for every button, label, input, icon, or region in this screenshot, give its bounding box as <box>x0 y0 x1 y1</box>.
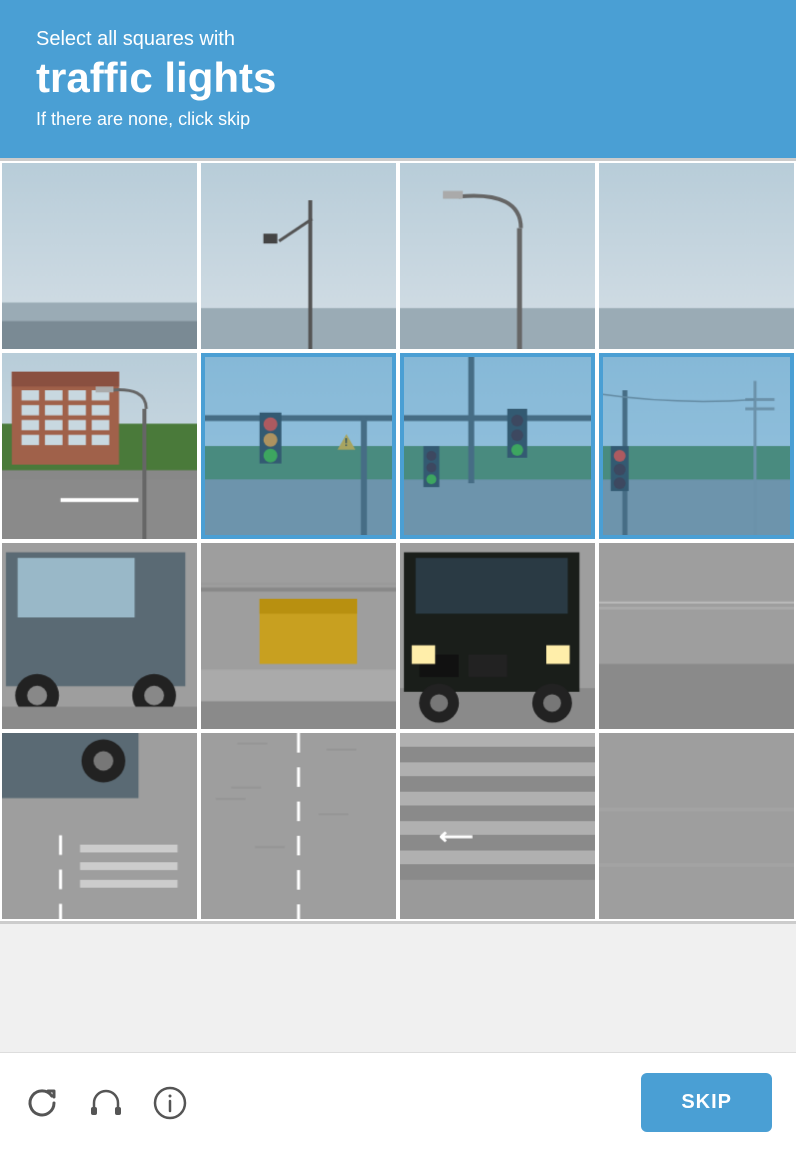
captcha-header: Select all squares with traffic lights I… <box>0 0 796 158</box>
image-grid-container <box>0 158 796 924</box>
skip-button[interactable]: SKIP <box>641 1073 772 1132</box>
audio-button[interactable] <box>88 1085 124 1121</box>
grid-cell-11[interactable] <box>597 541 796 731</box>
footer: SKIP <box>0 1052 796 1152</box>
grid-cell-5[interactable] <box>199 351 398 541</box>
grid-cell-15[interactable] <box>597 731 796 921</box>
grid-cell-7[interactable] <box>597 351 796 541</box>
grid-cell-6[interactable] <box>398 351 597 541</box>
grid-cell-4[interactable] <box>0 351 199 541</box>
image-grid <box>0 161 796 921</box>
refresh-button[interactable] <box>24 1085 60 1121</box>
grid-cell-2[interactable] <box>398 161 597 351</box>
info-button[interactable] <box>152 1085 188 1121</box>
grid-cell-13[interactable] <box>199 731 398 921</box>
footer-controls <box>24 1085 188 1121</box>
grid-cell-1[interactable] <box>199 161 398 351</box>
grid-cell-9[interactable] <box>199 541 398 731</box>
header-title: traffic lights <box>36 55 760 101</box>
header-hint: If there are none, click skip <box>36 109 760 130</box>
grid-cell-3[interactable] <box>597 161 796 351</box>
grid-cell-8[interactable] <box>0 541 199 731</box>
grid-cell-0[interactable] <box>0 161 199 351</box>
grid-cell-14[interactable] <box>398 731 597 921</box>
grid-cell-10[interactable] <box>398 541 597 731</box>
header-subtitle: Select all squares with <box>36 28 760 51</box>
grid-cell-12[interactable] <box>0 731 199 921</box>
